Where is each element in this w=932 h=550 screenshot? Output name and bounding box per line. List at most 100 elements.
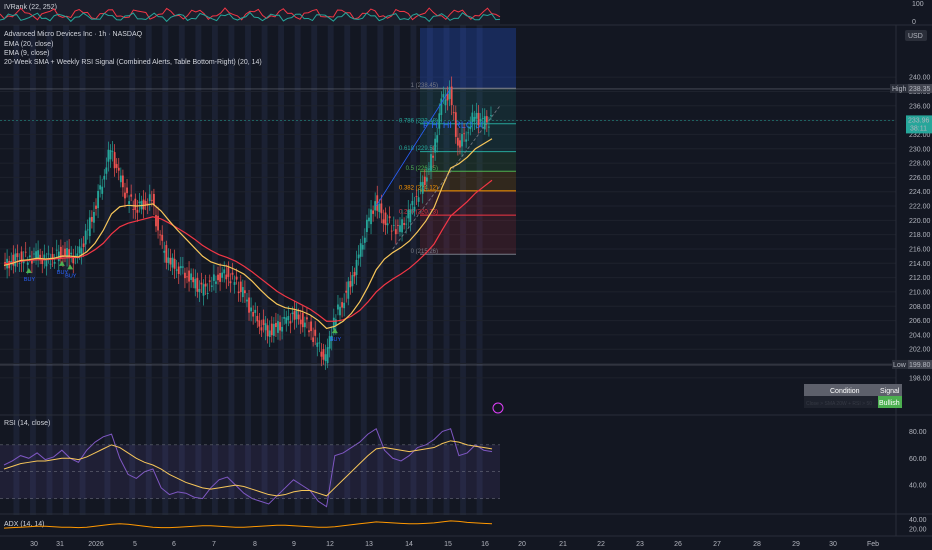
price-tick-label: 230.00 — [909, 146, 931, 153]
candle-body — [326, 347, 329, 364]
candle-body — [461, 133, 463, 147]
ema20-legend[interactable]: EMA (20, close) — [4, 41, 53, 48]
candle-body — [432, 155, 434, 158]
candle-body — [440, 98, 443, 115]
candle-body — [159, 234, 162, 236]
candle-body — [119, 175, 122, 183]
highlight-band — [162, 25, 169, 515]
candle-body — [246, 299, 248, 302]
candle-body — [200, 282, 203, 285]
candle-body — [233, 282, 236, 285]
candle-body — [241, 287, 244, 298]
candle-body — [258, 320, 261, 327]
low-tag: Low — [893, 362, 907, 369]
candle-body — [463, 133, 465, 135]
candle-body — [260, 327, 263, 331]
candle-body — [243, 290, 246, 294]
adx-tick-label: 20.00 — [909, 527, 927, 534]
date-tick-label: 5 — [133, 541, 137, 548]
price-tick-label: 210.00 — [909, 289, 931, 296]
chart-canvas[interactable]: IVRank (22, 252) 100 0 Advanced Micro De… — [0, 0, 932, 550]
price-tick-label: 206.00 — [909, 318, 931, 325]
candle-body — [169, 257, 172, 265]
ema9-legend[interactable]: EMA (9, close) — [4, 50, 50, 57]
highlight-band — [195, 25, 202, 515]
date-tick-label: 27 — [713, 541, 721, 548]
candle-body — [417, 197, 420, 202]
candle-body — [206, 293, 209, 295]
candle-body — [252, 312, 255, 317]
table-row-condition: Close > SMA 20W + RSI > 50 — [806, 401, 872, 407]
candle-body — [272, 323, 275, 336]
table-col-condition: Condition — [830, 388, 860, 395]
candle-body — [456, 137, 459, 146]
candle-body — [324, 354, 327, 362]
candle-body — [138, 201, 141, 204]
candle-body — [347, 281, 350, 299]
candle-body — [105, 167, 108, 174]
highlight-band — [129, 25, 136, 515]
candle-body — [113, 152, 116, 169]
date-tick-label: Feb — [867, 541, 879, 548]
adx-tick-label: 40.00 — [909, 517, 927, 524]
bar-countdown: 38:11 — [910, 125, 927, 132]
candle-body — [78, 246, 81, 254]
candle-body — [415, 196, 418, 197]
candle-body — [334, 319, 337, 325]
candle-body — [349, 281, 352, 288]
candle-body — [388, 216, 391, 219]
candle-body — [109, 150, 112, 160]
candle-body — [95, 205, 97, 209]
candle-body — [287, 316, 290, 321]
candle-body — [409, 209, 412, 223]
date-tick-label: 26 — [674, 541, 682, 548]
candle-body — [277, 321, 279, 333]
candle-body — [262, 319, 265, 325]
highlight-band — [410, 25, 417, 515]
date-tick-label: 8 — [253, 541, 257, 548]
ivrank-label: IVRank (22, 252) — [4, 4, 57, 11]
candle-body — [359, 243, 362, 257]
candle-body — [275, 322, 277, 328]
date-tick-label: 9 — [292, 541, 296, 548]
candle-body — [281, 326, 284, 332]
buy-signal-label: BUY — [330, 337, 342, 343]
price-tick-label: 216.00 — [909, 246, 931, 253]
candle-body — [322, 349, 325, 360]
candle-body — [339, 306, 341, 316]
session-highlight-bands — [13, 25, 483, 515]
candle-body — [215, 281, 217, 284]
candle-body — [353, 272, 356, 277]
indicator-legend[interactable]: 20-Week SMA + Weekly RSI Signal (Combine… — [4, 59, 262, 66]
candle-body — [487, 126, 490, 128]
candle-body — [310, 321, 312, 332]
candle-body — [130, 194, 133, 197]
candle-body — [434, 138, 437, 153]
rsi-label[interactable]: RSI (14, close) — [4, 420, 50, 427]
candle-body — [407, 209, 410, 219]
candle-body — [24, 251, 27, 253]
candle-body — [231, 272, 234, 275]
candle-body — [248, 297, 250, 313]
price-tick-label: 214.00 — [909, 261, 931, 268]
date-tick-label: 14 — [405, 541, 413, 548]
candle-body — [459, 140, 461, 148]
candle-body — [70, 252, 73, 255]
highlight-band — [13, 25, 20, 515]
highlight-band — [79, 25, 86, 515]
buy-signal-label: BUY — [24, 277, 36, 283]
candle-body — [12, 254, 15, 266]
candle-body — [490, 115, 492, 116]
fib-watermark: P HI HI RLO 30 — [423, 120, 485, 130]
symbol-title[interactable]: Advanced Micro Devices Inc · 1h · NASDAQ — [4, 31, 143, 38]
candle-body — [86, 229, 89, 231]
candle-body — [250, 307, 253, 312]
candle-body — [198, 288, 201, 293]
candle-body — [84, 230, 87, 245]
candle-body — [134, 198, 137, 210]
date-tick-label: 2026 — [88, 541, 104, 548]
candle-body — [175, 269, 178, 271]
candle-body — [186, 276, 188, 278]
candle-body — [219, 273, 221, 282]
candle-body — [297, 314, 300, 320]
